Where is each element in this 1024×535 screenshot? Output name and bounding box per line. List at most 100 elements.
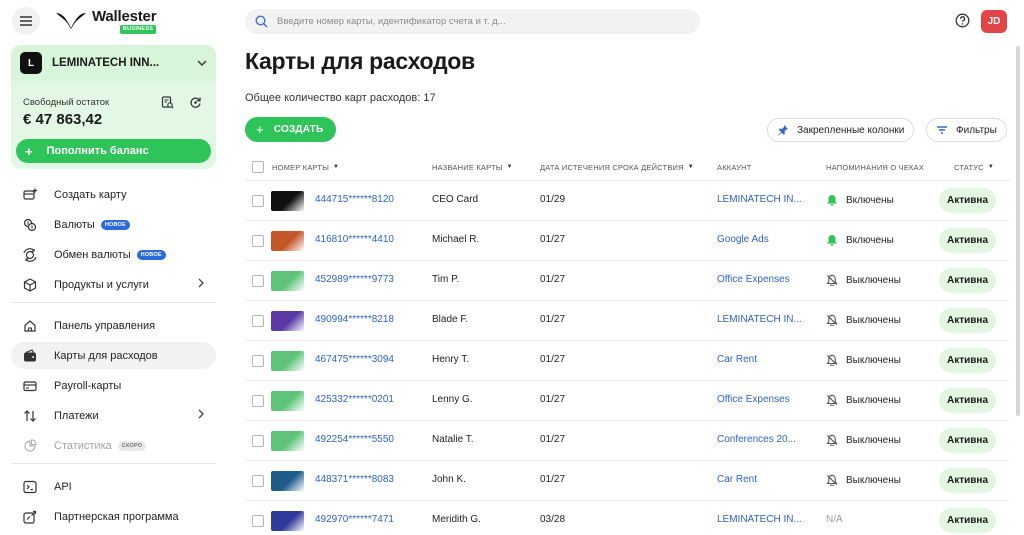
- pinned-columns-button[interactable]: Закрепленные колонки: [767, 118, 915, 142]
- card-thumbnail: [271, 311, 304, 331]
- row-checkbox[interactable]: [252, 355, 264, 367]
- column-expiry[interactable]: ДАТА ИСТЕЧЕНИЯ СРОКА ДЕЙСТВИЯ ▼: [540, 163, 694, 172]
- sidebar-item-partner[interactable]: Партнерская программа: [11, 503, 216, 530]
- card-number-link[interactable]: 448371******8083: [315, 474, 394, 485]
- column-reminders[interactable]: НАПОМИНАНИЯ О ЧЕКАХ: [826, 163, 924, 172]
- statement-icon[interactable]: [159, 94, 175, 110]
- scrollbar[interactable]: [1016, 46, 1020, 416]
- plus-icon: +: [25, 143, 33, 159]
- card-name: Meridith G.: [432, 514, 481, 525]
- table-row[interactable]: 492254******5550 Natalie T. 01/27 Conferenc…: [245, 421, 1010, 461]
- receipt-reminder-label: N/A: [826, 514, 843, 525]
- search-input[interactable]: [277, 16, 677, 27]
- bell-off-icon: [826, 394, 838, 406]
- logo[interactable]: Wallester BUSINESS: [56, 9, 157, 34]
- row-checkbox[interactable]: [252, 435, 264, 447]
- row-checkbox[interactable]: [252, 235, 264, 247]
- sidebar-item-dashboard[interactable]: Панель управления: [11, 312, 216, 339]
- row-checkbox[interactable]: [252, 515, 264, 527]
- row-checkbox[interactable]: [252, 395, 264, 407]
- transfer-icon: [23, 409, 37, 423]
- sidebar-item-create-card[interactable]: Создать карту: [11, 181, 216, 208]
- table-row[interactable]: 490994******8218 Blade F. 01/27 LEMINATECH …: [245, 301, 1010, 341]
- select-all-checkbox[interactable]: [252, 161, 264, 173]
- row-checkbox[interactable]: [252, 315, 264, 327]
- card-thumbnail: [271, 351, 304, 371]
- account-link[interactable]: LEMINATECH IN...: [717, 314, 802, 325]
- column-card-number-label: НОМЕР КАРТЫ: [272, 162, 330, 172]
- status-badge: Активна: [939, 388, 997, 413]
- column-reminders-label: НАПОМИНАНИЯ О ЧЕКАХ: [826, 162, 925, 172]
- table-row[interactable]: 444715******8120 CEO Card 01/29 LEMINATECH …: [245, 181, 1010, 221]
- card-number-link[interactable]: 416810******4410: [315, 234, 394, 245]
- table-body: 444715******8120 CEO Card 01/29 LEMINATECH …: [245, 181, 1010, 535]
- column-card-name[interactable]: НАЗВАНИЕ КАРТЫ ▼: [432, 163, 513, 172]
- row-checkbox[interactable]: [252, 195, 264, 207]
- company-avatar: L: [20, 52, 42, 74]
- column-status[interactable]: СТАТУС ▼: [954, 163, 994, 172]
- sidebar-item-expense-cards[interactable]: Карты для расходов: [11, 342, 216, 369]
- account-link[interactable]: Office Expenses: [717, 274, 790, 285]
- card-expiry: 01/27: [540, 274, 566, 285]
- card-name: Blade F.: [432, 314, 469, 325]
- receipt-reminder: Выключены: [826, 314, 901, 326]
- sidebar-item-products[interactable]: Продукты и услуги: [11, 271, 216, 298]
- table-row[interactable]: 425332******0201 Lenny G. 01/27 Office Expe…: [245, 381, 1010, 421]
- create-card-button[interactable]: + СОЗДАТЬ: [245, 117, 336, 142]
- company-selector[interactable]: L LEMINATECH INN...: [11, 45, 216, 81]
- receipt-reminder-label: Выключены: [846, 274, 901, 286]
- column-expiry-label: ДАТА ИСТЕЧЕНИЯ СРОКА ДЕЙСТВИЯ: [540, 162, 684, 172]
- nav-divider: [11, 302, 216, 303]
- card-name: John K.: [432, 474, 466, 485]
- topup-balance-button[interactable]: + Пополнить баланс: [16, 139, 211, 163]
- account-link[interactable]: Conferences 20...: [717, 434, 796, 445]
- column-card-number[interactable]: НОМЕР КАРТЫ ▼: [272, 163, 339, 172]
- row-checkbox[interactable]: [252, 275, 264, 287]
- card-number-link[interactable]: 452989******9773: [315, 274, 394, 285]
- sidebar-item-stats[interactable]: Статистика СКОРО: [11, 432, 216, 459]
- payroll-card-icon: [23, 379, 37, 393]
- card-number-link[interactable]: 492970******7471: [315, 514, 394, 525]
- user-avatar[interactable]: JD: [981, 10, 1007, 33]
- table-row[interactable]: 467475******3094 Henry T. 01/27 Car Rent Вык…: [245, 341, 1010, 381]
- sidebar-item-api[interactable]: API: [11, 473, 216, 500]
- nav-badge: НОВОЕ: [136, 249, 166, 260]
- account-link[interactable]: Office Expenses: [717, 394, 790, 405]
- card-number-link[interactable]: 444715******8120: [315, 194, 394, 205]
- card-name: Natalie T.: [432, 434, 474, 445]
- chevron-right-icon: [198, 278, 204, 291]
- account-link[interactable]: LEMINATECH IN...: [717, 514, 802, 525]
- row-checkbox[interactable]: [252, 475, 264, 487]
- receipt-reminder-label: Выключены: [846, 394, 901, 406]
- sidebar: Wallester BUSINESS L LEMINATECH INN... С…: [0, 0, 228, 535]
- card-number-link[interactable]: 467475******3094: [315, 354, 394, 365]
- help-icon[interactable]: [955, 13, 970, 28]
- receipt-reminder: Выключены: [826, 474, 901, 486]
- receipt-reminder-label: Выключены: [846, 434, 901, 446]
- column-account[interactable]: АККАУНТ: [717, 163, 752, 172]
- card-number-link[interactable]: 425332******0201: [315, 394, 394, 405]
- menu-button[interactable]: [12, 7, 40, 35]
- card-thumbnail: [271, 511, 304, 531]
- filters-button[interactable]: Фильтры: [926, 118, 1007, 142]
- table-row[interactable]: 416810******4410 Michael R. 01/27 Google Ad…: [245, 221, 1010, 261]
- bell-off-icon: [826, 274, 838, 286]
- sidebar-item-payments[interactable]: Платежи: [11, 402, 216, 429]
- table-row[interactable]: 452989******9773 Tim P. 01/27 Office Expens…: [245, 261, 1010, 301]
- sidebar-item-payroll[interactable]: Payroll-карты: [11, 372, 216, 399]
- account-link[interactable]: Car Rent: [717, 474, 757, 485]
- sidebar-item-exchange[interactable]: Обмен валюты НОВОЕ: [11, 241, 216, 268]
- cards-table: НОМЕР КАРТЫ ▼ НАЗВАНИЕ КАРТЫ ▼ ДАТА ИСТЕЧЕ…: [245, 154, 1010, 535]
- refresh-icon[interactable]: [187, 94, 203, 110]
- card-number-link[interactable]: 492254******5550: [315, 434, 394, 445]
- sidebar-item-currencies[interactable]: Валюты НОВОЕ: [11, 211, 216, 238]
- account-link[interactable]: LEMINATECH IN...: [717, 194, 802, 205]
- card-number-link[interactable]: 490994******8218: [315, 314, 394, 325]
- card-name: Michael R.: [432, 234, 480, 245]
- table-row[interactable]: 448371******8083 John K. 01/27 Car Rent Выкл…: [245, 461, 1010, 501]
- wallester-logo-icon: [56, 13, 86, 29]
- account-link[interactable]: Google Ads: [717, 234, 769, 245]
- table-row[interactable]: 492970******7471 Meridith G. 03/28 LEMINATE…: [245, 501, 1010, 535]
- sidebar-item-label: Валюты: [54, 218, 95, 231]
- account-link[interactable]: Car Rent: [717, 354, 757, 365]
